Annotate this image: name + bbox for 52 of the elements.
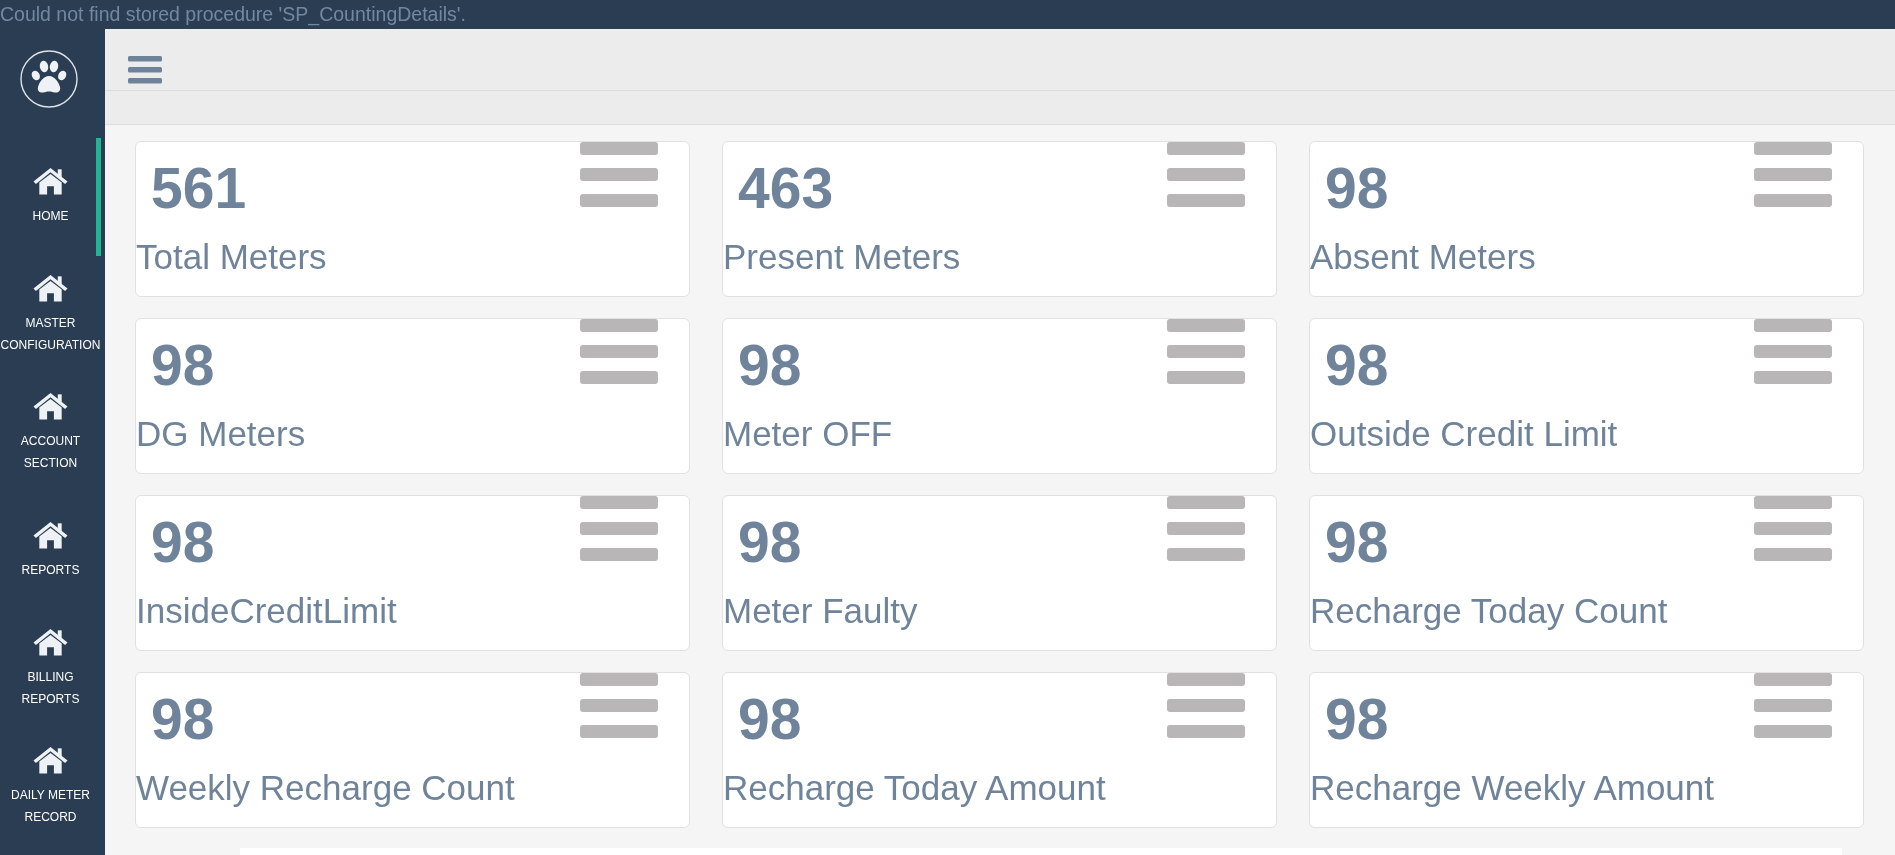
stat-label: Absent Meters xyxy=(1310,236,1536,278)
home-icon xyxy=(33,746,68,774)
stat-label: Total Meters xyxy=(136,236,327,278)
stat-label: Present Meters xyxy=(723,236,961,278)
bars-icon xyxy=(1754,673,1832,738)
sidebar-item[interactable]: REPORTS xyxy=(0,492,101,610)
stat-value: 463 xyxy=(738,160,834,217)
home-icon xyxy=(33,628,68,656)
home-icon xyxy=(33,167,68,195)
stat-value: 561 xyxy=(151,160,247,217)
bars-icon xyxy=(1754,496,1832,561)
stat-value: 98 xyxy=(1325,160,1389,217)
stat-value: 98 xyxy=(738,337,802,394)
sidebar-item[interactable]: MASTER CONFIGURATION xyxy=(0,256,101,374)
stat-label: Meter Faulty xyxy=(723,590,918,632)
stat-value: 98 xyxy=(151,514,215,571)
stat-value: 98 xyxy=(151,337,215,394)
stat-value: 98 xyxy=(1325,691,1389,748)
menu-icon xyxy=(128,56,162,84)
stat-label: DG Meters xyxy=(136,413,306,455)
stat-label: InsideCreditLimit xyxy=(136,590,397,632)
menu-button[interactable] xyxy=(128,56,162,84)
paw-logo-icon[interactable] xyxy=(20,50,78,108)
stat-label: Outside Credit Limit xyxy=(1310,413,1618,455)
stat-label: Recharge Today Amount xyxy=(723,767,1106,809)
sidebar-item[interactable]: HOME xyxy=(0,138,101,256)
stat-value: 98 xyxy=(738,691,802,748)
sidebar-item[interactable]: DAILY METER RECORD xyxy=(0,728,101,846)
home-icon xyxy=(33,521,68,549)
sidebar-item[interactable]: BILLING REPORTS xyxy=(0,610,101,728)
bars-icon xyxy=(580,319,658,384)
stat-value: 98 xyxy=(1325,337,1389,394)
stat-value: 98 xyxy=(151,691,215,748)
bars-icon xyxy=(1754,142,1832,207)
bars-icon xyxy=(1167,496,1245,561)
bars-icon xyxy=(1167,142,1245,207)
bars-icon xyxy=(1754,319,1832,384)
bars-icon xyxy=(1167,319,1245,384)
stat-value: 98 xyxy=(1325,514,1389,571)
stat-label: Recharge Weekly Amount xyxy=(1310,767,1714,809)
stat-label: Weekly Recharge Count xyxy=(136,767,515,809)
home-icon xyxy=(33,392,68,420)
stat-label: Meter OFF xyxy=(723,413,893,455)
error-message: Could not find stored procedure 'SP_CountingDetails'. xyxy=(0,2,466,28)
sidebar-item[interactable]: ACCOUNT SECTION xyxy=(0,374,101,492)
bars-icon xyxy=(1167,673,1245,738)
bars-icon xyxy=(580,496,658,561)
stat-label: Recharge Today Count xyxy=(1310,590,1668,632)
bars-icon xyxy=(580,673,658,738)
bars-icon xyxy=(580,142,658,207)
home-icon xyxy=(33,274,68,302)
stat-value: 98 xyxy=(738,514,802,571)
